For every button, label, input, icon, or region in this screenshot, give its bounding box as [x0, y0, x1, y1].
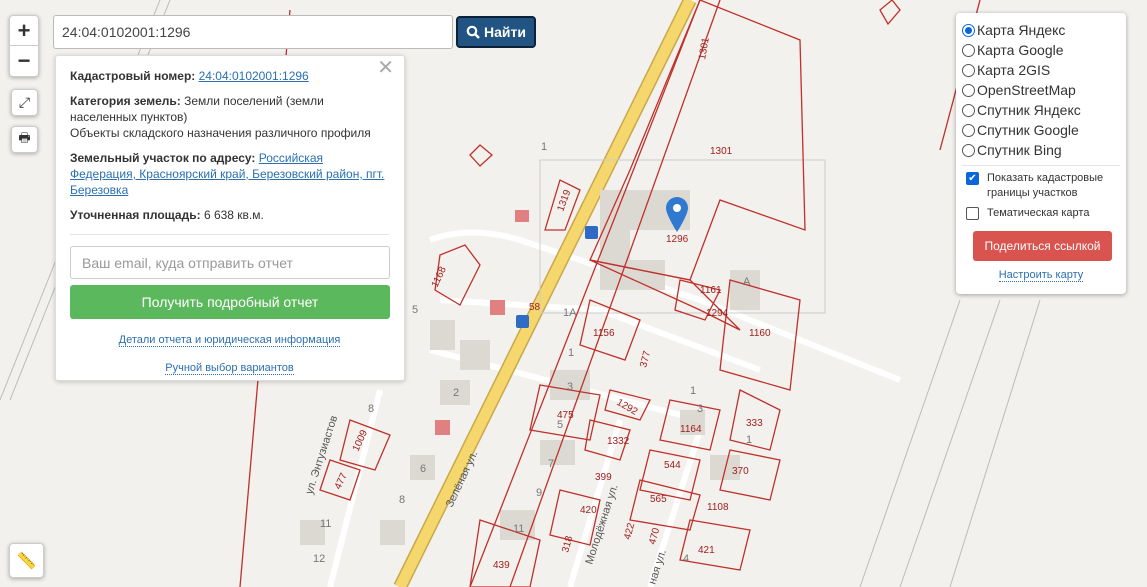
- house-number: 12: [313, 553, 325, 565]
- zoom-out-button[interactable]: −: [10, 46, 38, 76]
- radio-icon: [962, 23, 975, 37]
- parcel-label: 1160: [749, 328, 771, 339]
- house-number: 1: [568, 347, 574, 359]
- fullscreen-button[interactable]: ⤢: [11, 89, 38, 116]
- print-button[interactable]: 🖶: [11, 126, 38, 153]
- house-number: 5: [412, 304, 418, 316]
- house-number: 3: [567, 381, 573, 393]
- layer-label: Спутник Яндекс: [977, 102, 1081, 118]
- parcel-label: 439: [493, 560, 510, 571]
- report-details-link[interactable]: Детали отчета и юридическая информация: [118, 334, 341, 347]
- parcel-label: 1301: [710, 146, 733, 157]
- find-label: Найти: [484, 24, 526, 40]
- thematic-map-checkbox[interactable]: Тематическая карта: [966, 206, 1120, 221]
- layer-label: Карта 2GIS: [977, 62, 1051, 78]
- parcel-info-popup: ✕ Кадастровый номер: 24:04:0102001:1296 …: [55, 55, 405, 381]
- house-number: 11: [513, 523, 524, 535]
- layer-label: OpenStreetMap: [977, 82, 1076, 98]
- radio-icon: [962, 83, 975, 97]
- layer-option-2gis[interactable]: Карта 2GIS: [962, 60, 1120, 80]
- house-number: 1А: [563, 307, 577, 319]
- cad-number-link[interactable]: 24:04:0102001:1296: [199, 69, 309, 83]
- house-number: 3: [697, 403, 703, 415]
- email-input[interactable]: [70, 246, 390, 279]
- parcel-label: 421: [698, 545, 715, 556]
- checkbox-label: Показать кадастровые границы участков: [987, 172, 1104, 199]
- layer-option-google-satellite[interactable]: Спутник Google: [962, 120, 1120, 140]
- search-icon: [466, 25, 480, 39]
- house-number: 1: [690, 385, 696, 397]
- radio-icon: [962, 43, 975, 57]
- search-input[interactable]: [53, 15, 453, 49]
- house-number: 1: [746, 434, 752, 446]
- ruler-icon: 📏: [16, 552, 37, 570]
- parcel-label: 58: [529, 302, 541, 313]
- find-button[interactable]: Найти: [456, 16, 536, 48]
- house-number: 7: [548, 458, 554, 470]
- radio-icon: [962, 143, 975, 157]
- parcel-label: 565: [650, 494, 667, 505]
- checkbox-label: Тематическая карта: [987, 207, 1090, 219]
- zoom-in-button[interactable]: +: [10, 16, 38, 47]
- parcel-label: 1294: [706, 308, 729, 319]
- checkbox-icon: [966, 207, 979, 220]
- parcel-label: 420: [580, 505, 597, 516]
- parcel-label: 1164: [680, 424, 702, 435]
- parcel-label: 333: [746, 418, 763, 429]
- divider: [70, 234, 389, 235]
- area-value: 6 638 кв.м.: [203, 208, 264, 222]
- layer-option-osm[interactable]: OpenStreetMap: [962, 80, 1120, 100]
- house-number: 9: [536, 487, 542, 499]
- address-label: Земельный участок по адресу:: [70, 151, 256, 165]
- parcel-label: 399: [595, 472, 612, 483]
- parcel-label: 1161: [700, 285, 722, 296]
- layer-switcher: Карта Яндекс Карта Google Карта 2GIS Ope…: [956, 13, 1126, 294]
- configure-map-link[interactable]: Настроить карту: [998, 269, 1084, 282]
- category-label: Категория земель:: [70, 94, 181, 108]
- layer-label: Спутник Google: [977, 122, 1079, 138]
- checkmark-icon: ✔: [966, 172, 979, 185]
- radio-icon: [962, 103, 975, 117]
- house-number: А: [743, 276, 751, 288]
- house-number: 1: [541, 141, 547, 153]
- house-number: 6: [420, 463, 426, 475]
- layer-label: Спутник Bing: [977, 142, 1062, 158]
- get-report-button[interactable]: Получить подробный отчет: [70, 285, 390, 319]
- share-link-button[interactable]: Поделиться ссылкой: [973, 231, 1112, 261]
- radio-icon: [962, 63, 975, 77]
- layer-label: Карта Google: [977, 42, 1064, 58]
- radio-icon: [962, 123, 975, 137]
- parcel-label: 1332: [607, 436, 630, 447]
- manual-selection-link[interactable]: Ручной выбор вариантов: [165, 362, 294, 375]
- house-number: 2: [453, 387, 459, 399]
- print-icon: 🖶: [18, 129, 31, 145]
- ruler-button[interactable]: 📏: [9, 543, 44, 578]
- zoom-control: + −: [9, 15, 39, 77]
- cad-number-label: Кадастровый номер:: [70, 69, 196, 83]
- close-icon[interactable]: ✕: [377, 58, 394, 78]
- permitted-use: Объекты складского назначения различного…: [70, 126, 371, 140]
- layer-option-yandex-map[interactable]: Карта Яндекс: [962, 20, 1120, 40]
- expand-icon: ⤢: [18, 94, 31, 110]
- layer-option-yandex-satellite[interactable]: Спутник Яндекс: [962, 100, 1120, 120]
- layer-option-google-map[interactable]: Карта Google: [962, 40, 1120, 60]
- show-cadastre-checkbox[interactable]: ✔ Показать кадастровые границы участков: [966, 171, 1120, 201]
- house-number: 8: [368, 403, 374, 415]
- layer-label: Карта Яндекс: [977, 22, 1066, 38]
- layer-option-bing-satellite[interactable]: Спутник Bing: [962, 140, 1120, 160]
- area-label: Уточненная площадь:: [70, 208, 201, 222]
- house-number: 8: [399, 494, 405, 506]
- house-number: 5: [557, 419, 563, 431]
- divider: [962, 165, 1120, 166]
- house-number: 4: [683, 553, 689, 565]
- parcel-label: 544: [664, 460, 681, 471]
- parcel-label: 1108: [707, 502, 729, 513]
- parcel-label: 1296: [666, 234, 689, 245]
- parcel-label: 1156: [593, 328, 615, 339]
- house-number: 11: [320, 518, 331, 530]
- parcel-label: 370: [732, 466, 749, 477]
